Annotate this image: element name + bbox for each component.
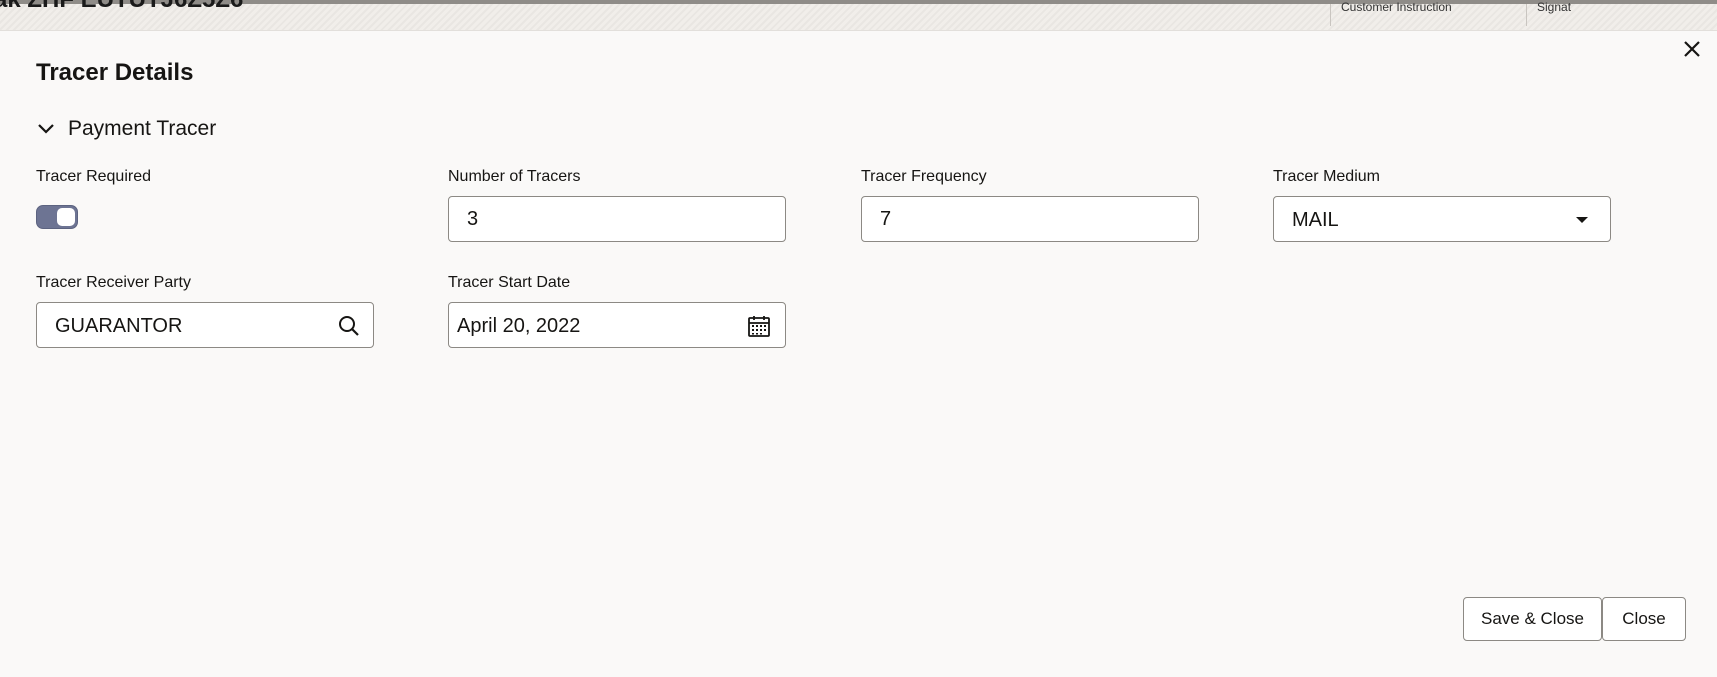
tracer-frequency-label: Tracer Frequency bbox=[861, 168, 987, 185]
calendar-icon[interactable] bbox=[747, 314, 771, 338]
number-of-tracers-input[interactable] bbox=[448, 196, 786, 242]
background-tab-customer-instruction: Customer Instruction bbox=[1330, 1, 1462, 26]
chevron-down-icon bbox=[38, 124, 54, 134]
payment-tracer-section-header[interactable]: Payment Tracer bbox=[36, 117, 216, 141]
close-icon[interactable] bbox=[1680, 37, 1704, 61]
tracer-details-dialog: Tracer Details Payment Tracer Tracer Req… bbox=[0, 30, 1717, 677]
background-page-strip: ak ZHF EUTUTJ6Z5Z6 Customer Instruction … bbox=[0, 0, 1717, 30]
caret-down-icon[interactable] bbox=[1570, 208, 1594, 232]
tracer-start-date-value: April 20, 2022 bbox=[457, 315, 581, 337]
tracer-receiver-party-value: GUARANTOR bbox=[55, 315, 183, 337]
tracer-start-date-label: Tracer Start Date bbox=[448, 274, 571, 291]
search-icon[interactable] bbox=[337, 314, 361, 338]
background-tab-signature: Signat bbox=[1526, 1, 1581, 26]
tracer-required-label: Tracer Required bbox=[36, 168, 152, 185]
tracer-receiver-party-field[interactable]: GUARANTOR bbox=[36, 302, 374, 348]
tracer-medium-select[interactable]: MAIL bbox=[1273, 196, 1611, 242]
number-of-tracers-label: Number of Tracers bbox=[448, 168, 581, 185]
background-title-fragment: ak ZHF EUTUTJ6Z5Z6 bbox=[0, 0, 243, 14]
dialog-title: Tracer Details bbox=[36, 59, 194, 86]
section-label: Payment Tracer bbox=[68, 117, 217, 140]
save-and-close-button[interactable]: Save & Close bbox=[1463, 597, 1602, 641]
tracer-receiver-party-label: Tracer Receiver Party bbox=[36, 274, 191, 291]
toggle-knob bbox=[57, 208, 75, 226]
tracer-start-date-field[interactable]: April 20, 2022 bbox=[448, 302, 786, 348]
tracer-medium-value: MAIL bbox=[1292, 209, 1339, 231]
tracer-medium-label: Tracer Medium bbox=[1273, 168, 1380, 185]
tracer-required-toggle[interactable] bbox=[36, 205, 78, 229]
tracer-frequency-input[interactable] bbox=[861, 196, 1199, 242]
close-button[interactable]: Close bbox=[1602, 597, 1686, 641]
